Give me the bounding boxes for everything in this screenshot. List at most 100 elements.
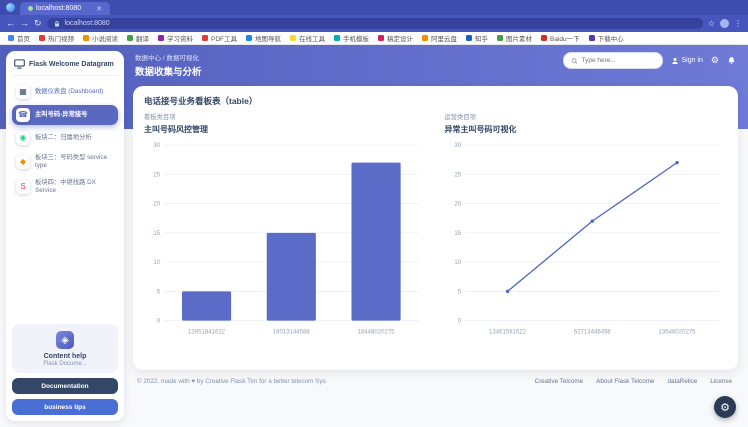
bookmark-item[interactable]: 稿定设计 [378,33,413,43]
bookmark-favicon [497,35,503,41]
documentation-button[interactable]: Documentation [12,378,118,394]
bookmark-favicon [83,35,89,41]
bookmark-favicon [127,35,133,41]
app-viewport: Flask Welcome Datagram ▦ 数据仪表盘 (Dashboar… [0,45,748,427]
footer-link-about[interactable]: About Flask Telcome [596,378,654,385]
bookmark-favicon [290,35,296,41]
tab-title: localhost:8080 [36,5,81,12]
sidebar-item-service-type[interactable]: ◆ 板块三：号码类型 service type [12,151,118,173]
sidebar-item-label: 板块四：中继线路 DX Service [35,179,114,195]
address-bar[interactable]: localhost:8080 [47,18,703,29]
bookmark-favicon [202,35,208,41]
sign-in-button[interactable]: Sign in [671,57,703,65]
help-card: ◈ Content help Flask Docume... [12,324,118,373]
help-subtitle: Flask Docume... [18,361,112,367]
svg-text:10: 10 [153,260,160,266]
sidebar-item-caller-anomaly[interactable]: ☎ 主叫号码-异常接号 [12,105,118,125]
browser-avatar[interactable] [720,19,729,28]
svg-text:30: 30 [153,143,160,149]
browser-tab-strip: localhost:8080 ✕ [0,0,748,15]
business-tips-button[interactable]: business tips [12,399,118,415]
search-input[interactable] [581,57,654,64]
bookmark-item[interactable]: PDF工具 [202,33,237,43]
svg-text:15: 15 [454,231,461,237]
bookmark-favicon [334,35,340,41]
sidebar-item-region-analysis[interactable]: ◉ 板块二：归属地分析 [12,128,118,148]
lock-icon [53,20,61,28]
svg-text:18013144588: 18013144588 [273,330,311,336]
bookmark-favicon [422,35,428,41]
bookmark-item[interactable]: 在线工具 [290,33,325,43]
bookmark-item[interactable]: 学习资料 [158,33,193,43]
sidebar-item-label: 板块二：归属地分析 [35,134,92,142]
sidebar-item-label: 主叫号码-异常接号 [35,111,87,119]
bookmarks-bar: 首页热门视频小说阅读翻译学习资料 PDF工具地图导航在线工具手机模板稿定设计阿里云… [0,32,748,45]
page-title: 数据收集与分析 [135,64,202,78]
main-content: 数据中心 / 数据可视化 数据收集与分析 Sign in [131,45,748,385]
footer-link-datarelice[interactable]: dataRelice [668,378,698,385]
notifications-bell-icon[interactable] [727,56,736,65]
browser-logo-icon[interactable] [6,3,15,12]
svg-text:13951841622: 13951841622 [188,330,226,336]
line-chart-subtitle: 运营类目项 [445,112,728,121]
bookmark-item[interactable]: 下载中心 [589,33,624,43]
browser-toolbar: ← → ↻ localhost:8080 ☆ ⋮ [0,15,748,32]
bookmark-item[interactable]: 手机模板 [334,33,369,43]
bookmark-favicon [589,35,595,41]
bookmark-favicon [246,35,252,41]
breadcrumb: 数据中心 / 数据可视化 [135,52,202,62]
bar-chart: 0510152025301395184162218013144588184480… [144,137,427,339]
sidebar: Flask Welcome Datagram ▦ 数据仪表盘 (Dashboar… [6,51,124,421]
bookmark-favicon [8,35,14,41]
bookmark-item[interactable]: Baidu一下 [541,33,580,43]
dashboard-icon: ▦ [16,85,30,99]
top-navbar: 数据中心 / 数据可视化 数据收集与分析 Sign in [133,50,738,84]
bookmark-favicon [39,35,45,41]
sidebar-item-label: 板块三：号码类型 service type [35,154,114,170]
address-url: localhost:8080 [65,20,110,27]
footer-link-creative[interactable]: Creative Telcome [535,378,584,385]
bookmark-favicon [378,35,384,41]
brand-monitor-icon [14,59,25,69]
help-title: Content help [18,353,112,360]
svg-text:62713446498: 62713446498 [573,330,611,336]
bookmark-star-icon[interactable]: ☆ [708,19,715,28]
bookmark-item[interactable]: 首页 [8,33,30,43]
help-box-icon: ◈ [56,331,74,349]
svg-text:0: 0 [157,319,161,325]
back-icon[interactable]: ← [6,19,15,28]
settings-gear-icon[interactable]: ⚙ [711,55,719,66]
person-icon [671,57,679,65]
svg-text:5: 5 [157,289,161,295]
bookmark-item[interactable]: 翻译 [127,33,149,43]
forward-icon[interactable]: → [20,19,29,28]
reload-icon[interactable]: ↻ [34,19,42,28]
bar-chart-title: 主叫号码风控管理 [144,124,427,135]
sidebar-item-dashboard[interactable]: ▦ 数据仪表盘 (Dashboard) [12,82,118,102]
bookmark-item[interactable]: 热门视频 [39,33,74,43]
tab-close-icon[interactable]: ✕ [96,5,102,13]
bookmark-favicon [466,35,472,41]
dashboard-card: 电话接号业务看板表（table） 看板类目项 主叫号码风控管理 05101520… [133,86,738,370]
search-icon [571,57,578,65]
footer-link-license[interactable]: License [710,378,732,385]
bookmark-item[interactable]: 知乎 [466,33,488,43]
bookmark-item[interactable]: 小说阅读 [83,33,118,43]
line-chart-title: 异常主叫号码可视化 [445,124,728,135]
brand[interactable]: Flask Welcome Datagram [12,58,118,76]
search-box[interactable] [563,52,663,69]
sidebar-nav: ▦ 数据仪表盘 (Dashboard) ☎ 主叫号码-异常接号 ◉ 板块二：归属… [12,82,118,197]
sidebar-footer: ◈ Content help Flask Docume... Documenta… [12,324,118,415]
svg-text:20: 20 [454,202,461,208]
browser-menu-icon[interactable]: ⋮ [734,19,742,28]
bookmark-item[interactable]: 地图导航 [246,33,281,43]
bookmark-item[interactable]: 图片素材 [497,33,532,43]
svg-text:25: 25 [454,172,461,178]
bookmark-item[interactable]: 阿里云盘 [422,33,457,43]
sidebar-item-label: 数据仪表盘 (Dashboard) [35,88,103,96]
floating-settings-button[interactable]: ⚙ [714,396,736,418]
browser-tab[interactable]: localhost:8080 ✕ [20,2,110,15]
tab-favicon [28,6,33,11]
sidebar-item-dx-service[interactable]: S 板块四：中继线路 DX Service [12,176,118,198]
svg-text:15: 15 [153,231,160,237]
